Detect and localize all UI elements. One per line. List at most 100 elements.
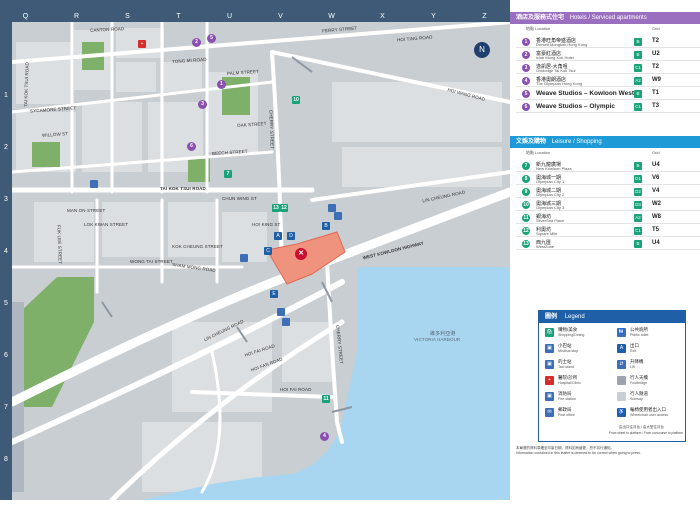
map-pin-1[interactable]: 1 [217, 80, 226, 89]
street-label: WONG TAI STREET [130, 259, 173, 264]
location-name-en: Olympian City 2 [536, 192, 565, 197]
location-number-badge: 6 [522, 103, 530, 111]
mtr-station-icon[interactable]: ✕ [295, 248, 307, 260]
legend-item: ▣ 消防局 Fire station [545, 391, 615, 405]
grid-reference: T2 [652, 38, 660, 44]
grid-reference: T2 [652, 64, 660, 70]
grid-reference: V4 [652, 188, 660, 194]
map-pin-13[interactable]: 13 [272, 204, 280, 212]
hotels-list-item[interactable]: 5 Weave Studios – Kowloon West B T1 [516, 88, 700, 100]
location-number-badge: 4 [522, 77, 530, 85]
map-pin-6[interactable]: 6 [187, 142, 196, 151]
street-label: LOK KWAN STREET [84, 222, 129, 227]
col-location: 地點 Location [526, 26, 551, 31]
street-label: HOI KING ST [252, 222, 281, 227]
leisure-list-item[interactable]: 13 西九匯 WestZone B U4 [516, 238, 700, 250]
legend-item: ▣ 小巴站 Minibus stop [545, 343, 615, 357]
grid-reference: T3 [652, 103, 660, 109]
leisure-list-item[interactable]: 9 奧海城二期 Olympian City 2 D2 V4 [516, 186, 700, 198]
wheelchair-note-zh: 由出口往月台 / 由大堂往月台 [619, 425, 664, 429]
exit-e-marker[interactable]: E [270, 290, 278, 298]
leisure-list-item[interactable]: 8 奧海城一期 Olympian City 1 D1 V6 [516, 173, 700, 185]
leisure-column-headers: 地點 Location Grid [516, 150, 700, 159]
street-label: KOK CHEUNG STREET [172, 244, 223, 249]
area-map[interactable]: CANTON ROAD FERRY STREET HOI TING ROAD H… [12, 22, 510, 500]
col-grid: Grid [652, 26, 660, 31]
map-pin-7[interactable]: 7 [224, 170, 232, 178]
exit-badge: D3 [634, 201, 642, 209]
map-pin-12[interactable]: 12 [280, 204, 288, 212]
legend-header: 圖例 Legend [539, 311, 685, 323]
lift-icon [277, 308, 285, 316]
map-pin-4[interactable]: 4 [320, 432, 329, 441]
leisure-list-item[interactable]: 12 利奧坊 Square Mile C1 T5 [516, 225, 700, 237]
grid-reference: W9 [652, 77, 661, 83]
location-number-badge: 9 [522, 188, 530, 196]
location-name-en: New Kowloon Plaza [536, 166, 572, 171]
legend-label-en: Wheelchair user access [630, 413, 669, 417]
location-number-badge: 1 [522, 38, 530, 46]
fire-station-icon [90, 180, 98, 188]
location-number-badge: 10 [522, 201, 530, 209]
harbour-label-zh: 維多利亞港 [430, 331, 456, 337]
legend-icon: ▣ [545, 392, 554, 401]
grid-column-label: V [278, 13, 283, 20]
legend-icon: 🛍 [545, 328, 554, 337]
exit-badge: C1 [634, 64, 642, 72]
location-name-en: Square Mile [536, 231, 558, 236]
legend-label-en: Post office [558, 413, 575, 417]
legend-title-zh: 圖例 [545, 314, 558, 320]
map-pin-10[interactable]: 10 [292, 96, 300, 104]
legend-item: + 醫院/診所 Hospital/Clinic [545, 375, 615, 389]
col-grid: Grid [652, 150, 660, 155]
grid-column-label: X [380, 13, 385, 20]
legend-label-en: Lift [630, 365, 635, 369]
hotels-list-item[interactable]: 4 香港奧朗酒店 The Olympian Hong Kong A2 W9 [516, 75, 700, 87]
grid-reference: U4 [652, 240, 660, 246]
legend-label-en: Shopping/Dining [558, 333, 585, 337]
location-number-badge: 7 [522, 162, 530, 170]
post-office-icon [240, 254, 248, 262]
hotels-list-item[interactable]: 3 逸凱居-大角咀 Ovolodge Tai Kok Tsui C1 T2 [516, 62, 700, 74]
footnote: 本單張的資料準確至印製日期，資料如有變更，恕不另行通知。 Information… [516, 446, 696, 456]
map-pin-5[interactable]: 5 [207, 34, 216, 43]
location-number-badge: 3 [522, 64, 530, 72]
exit-d-marker[interactable]: D [287, 232, 295, 240]
minibus-stop-icon [282, 318, 290, 326]
map-pin-11[interactable]: 11 [322, 395, 330, 403]
hotels-list-item[interactable]: 6 Weave Studios – Olympic C1 T3 [516, 101, 700, 113]
map-pin-2[interactable]: 2 [192, 38, 201, 47]
hotels-header: 酒店及服務式住宅 Hotels / Serviced apartments [510, 12, 700, 24]
map-pin-3[interactable]: 3 [198, 100, 207, 109]
wheelchair-note-en: From street to platform / From concourse… [609, 431, 683, 435]
legend-icon: ▣ [545, 360, 554, 369]
hotels-list-item[interactable]: 1 香港旺角帝盛酒店 Dorsett Mongkok,Hong Kong B T2 [516, 36, 700, 48]
grid-column-label: Q [22, 13, 29, 20]
location-name-en: The Olympian Hong Kong [536, 81, 583, 86]
leisure-list-item[interactable]: 10 奧海城三期 Olympian City 3 D3 W2 [516, 199, 700, 211]
grid-reference: W8 [652, 214, 661, 220]
leisure-list-item[interactable]: 7 新九龍廣場 New Kowloon Plaza B U4 [516, 160, 700, 172]
exit-c-marker[interactable]: C [264, 247, 272, 255]
grid-column-label: S [125, 13, 130, 20]
location-name-en: WestZone [536, 244, 555, 249]
street-label: CHUN WING ST [222, 196, 257, 201]
legend-item: ✉ 郵政局 Post office [545, 407, 615, 421]
legend-item: 🛍 購物/美食 Shopping/Dining [545, 327, 615, 341]
legend-label-en: Exit [630, 349, 636, 353]
grid-row-label: 3 [4, 196, 8, 203]
leisure-list-item[interactable]: 11 銀海坊 SilverSea Place A2 W8 [516, 212, 700, 224]
public-toilet-icon [334, 212, 342, 220]
grid-reference: U2 [652, 51, 660, 57]
grid-reference: T1 [652, 90, 660, 96]
exit-b-marker[interactable]: B [322, 222, 330, 230]
hotels-column-headers: 地點 Location Grid [516, 26, 700, 35]
grid-column-strip: Q R S T U V W X Y Z [0, 11, 510, 22]
leisure-header-en: Leisure / Shopping [551, 139, 602, 145]
location-number-badge: 5 [522, 90, 530, 98]
grid-reference: T5 [652, 227, 660, 233]
grid-row-label: 9 [4, 508, 8, 515]
legend-icon: 🚻 [617, 328, 626, 337]
hotels-list-item[interactable]: 2 富豪紅酒店 iclub Mong Kok Hotel B U2 [516, 49, 700, 61]
exit-a-marker[interactable]: A [274, 232, 282, 240]
